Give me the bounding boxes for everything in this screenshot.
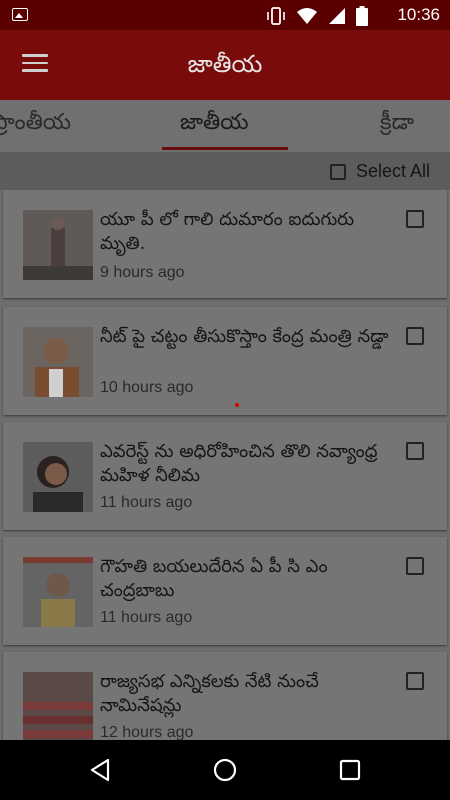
status-icons [266, 6, 368, 26]
article-time: 12 hours ago [100, 724, 194, 740]
article-checkbox[interactable] [406, 210, 424, 228]
article-card[interactable]: గౌహతి బయలుదేరిన ఏ పీ సి ఎం చంద్రబాబు 11 … [3, 537, 447, 645]
touch-indicator-dot [235, 403, 239, 407]
article-thumbnail [23, 210, 93, 280]
tab-sports[interactable]: క్రీడా [380, 110, 414, 140]
tab-regional[interactable]: ప్రాంతీయ [0, 110, 71, 140]
article-checkbox[interactable] [406, 557, 424, 575]
wifi-icon [297, 8, 317, 24]
app-bar: జాతీయ [0, 30, 450, 100]
select-all-label: Select All [355, 161, 430, 181]
back-triangle-icon[interactable] [70, 740, 130, 800]
tab-national[interactable]: జాతీయ [180, 110, 249, 140]
article-card[interactable]: రాజ్యసభ ఎన్నికలకు నేటి నుంచే నామినేషన్లు… [3, 652, 447, 740]
article-checkbox[interactable] [406, 672, 424, 690]
article-headline: రాజ్యసభ ఎన్నికలకు నేటి నుంచే నామినేషన్లు [100, 671, 319, 716]
article-time: 11 hours ago [100, 494, 193, 511]
article-thumbnail [23, 672, 93, 740]
status-bar: 10:36 [0, 0, 450, 30]
vibrate-icon [267, 7, 285, 25]
home-circle-icon[interactable] [195, 740, 255, 800]
category-tabs: ప్రాంతీయ జాతీయ క్రీడా [0, 100, 450, 152]
article-list[interactable]: యూ పీ లో గాలి దుమారం ఐదుగురు మృతి. 9 hou… [0, 190, 450, 740]
recents-square-icon[interactable] [320, 740, 380, 800]
article-thumbnail [23, 327, 93, 397]
article-card[interactable]: యూ పీ లో గాలి దుమారం ఐదుగురు మృతి. 9 hou… [3, 190, 447, 298]
select-all-bar: Select All [0, 152, 450, 190]
article-card[interactable]: ఎవరెస్ట్ ను అధిరోహించిన తొలి నవ్యాంధ్ర మ… [3, 422, 447, 530]
article-time: 10 hours ago [100, 379, 194, 396]
signal-icon [329, 8, 345, 24]
battery-icon [356, 6, 368, 26]
article-thumbnail [23, 442, 93, 512]
system-nav-bar [0, 740, 450, 800]
page-title: జాతీయ [187, 50, 263, 78]
image-icon [12, 8, 28, 21]
article-headline: నీట్ పై చట్టం తీసుకొస్తాం కేంద్ర మంత్రి … [100, 326, 389, 347]
article-time: 11 hours ago [100, 609, 193, 626]
article-card[interactable]: నీట్ పై చట్టం తీసుకొస్తాం కేంద్ర మంత్రి … [3, 307, 447, 415]
tab-indicator [162, 147, 288, 150]
article-time: 9 hours ago [100, 264, 185, 281]
article-headline: గౌహతి బయలుదేరిన ఏ పీ సి ఎం చంద్రబాబు [100, 556, 328, 601]
status-time: 10:36 [397, 5, 440, 24]
select-all[interactable]: Select All [329, 161, 430, 182]
article-headline: ఎవరెస్ట్ ను అధిరోహించిన తొలి నవ్యాంధ్ర మ… [100, 441, 378, 486]
article-checkbox[interactable] [406, 442, 424, 460]
select-all-checkbox[interactable] [329, 163, 346, 180]
article-headline: యూ పీ లో గాలి దుమారం ఐదుగురు మృతి. [100, 209, 355, 254]
article-thumbnail [23, 557, 93, 627]
article-checkbox[interactable] [406, 327, 424, 345]
